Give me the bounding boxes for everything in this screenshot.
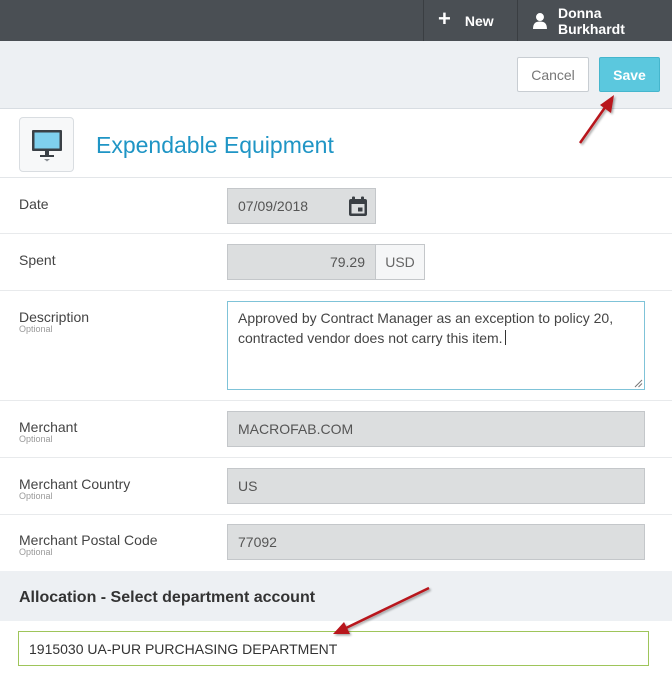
action-bar: Cancel Save: [0, 41, 672, 109]
expense-type-header: Expendable Equipment: [0, 110, 672, 178]
merchant-country-label: Merchant Country: [19, 476, 131, 492]
merchant-postal-value: 77092: [238, 534, 277, 550]
merchant-country-row: Merchant Country Optional US: [0, 458, 672, 515]
optional-hint: Optional: [19, 547, 53, 557]
cancel-button[interactable]: Cancel: [517, 57, 589, 92]
description-textarea[interactable]: Approved by Contract Manager as an excep…: [227, 301, 645, 390]
top-navigation-bar: + New Donna Burkhardt: [0, 0, 672, 41]
expense-type-icon-button[interactable]: [19, 117, 74, 172]
spent-row: Spent 79.29 USD: [0, 234, 672, 291]
description-value: Approved by Contract Manager as an excep…: [238, 310, 614, 346]
merchant-country-input[interactable]: US: [227, 468, 645, 504]
merchant-postal-label: Merchant Postal Code: [19, 532, 158, 548]
user-name: Donna Burkhardt: [557, 4, 625, 37]
merchant-value: MACROFAB.COM: [238, 421, 354, 437]
description-label: Description: [19, 309, 90, 325]
new-label: New: [464, 12, 494, 29]
merchant-country-value: US: [238, 478, 258, 494]
description-row: Description Optional Approved by Contrac…: [0, 291, 672, 401]
user-icon: [532, 13, 547, 29]
monitor-icon: [31, 129, 62, 161]
department-account-value: 1915030 UA-PUR PURCHASING DEPARTMENT: [29, 640, 338, 657]
topbar-divider: [517, 0, 518, 41]
allocation-title: Allocation - Select department account: [19, 589, 316, 606]
merchant-label: Merchant: [19, 419, 78, 435]
page-title: Expendable Equipment: [96, 132, 334, 158]
date-value: 07/09/2018: [238, 198, 309, 214]
date-row: Date 07/09/2018: [0, 178, 672, 234]
optional-hint: Optional: [19, 491, 53, 501]
currency-selector[interactable]: USD: [375, 244, 425, 280]
topbar-divider: [423, 0, 424, 41]
calendar-icon[interactable]: [348, 196, 368, 217]
allocation-header: Allocation - Select department account: [0, 571, 672, 621]
spent-label: Spent: [19, 252, 56, 268]
department-account-input[interactable]: 1915030 UA-PUR PURCHASING DEPARTMENT: [18, 631, 649, 666]
currency-label: USD: [385, 254, 415, 270]
merchant-postal-row: Merchant Postal Code Optional 77092: [0, 515, 672, 571]
new-button[interactable]: + New: [438, 0, 494, 41]
user-menu[interactable]: Donna Burkhardt: [532, 0, 672, 41]
text-cursor: [504, 330, 506, 345]
spent-value: 79.29: [329, 254, 365, 270]
optional-hint: Optional: [19, 324, 53, 334]
spent-amount-input[interactable]: 79.29: [227, 244, 376, 280]
merchant-row: Merchant Optional MACROFAB.COM: [0, 401, 672, 458]
merchant-input[interactable]: MACROFAB.COM: [227, 411, 645, 447]
merchant-postal-input[interactable]: 77092: [227, 524, 645, 560]
optional-hint: Optional: [19, 434, 53, 444]
save-button[interactable]: Save: [599, 57, 660, 92]
date-input[interactable]: 07/09/2018: [227, 188, 376, 224]
resize-grip-icon[interactable]: [634, 379, 643, 388]
plus-icon: +: [438, 5, 451, 31]
date-label: Date: [19, 196, 49, 212]
